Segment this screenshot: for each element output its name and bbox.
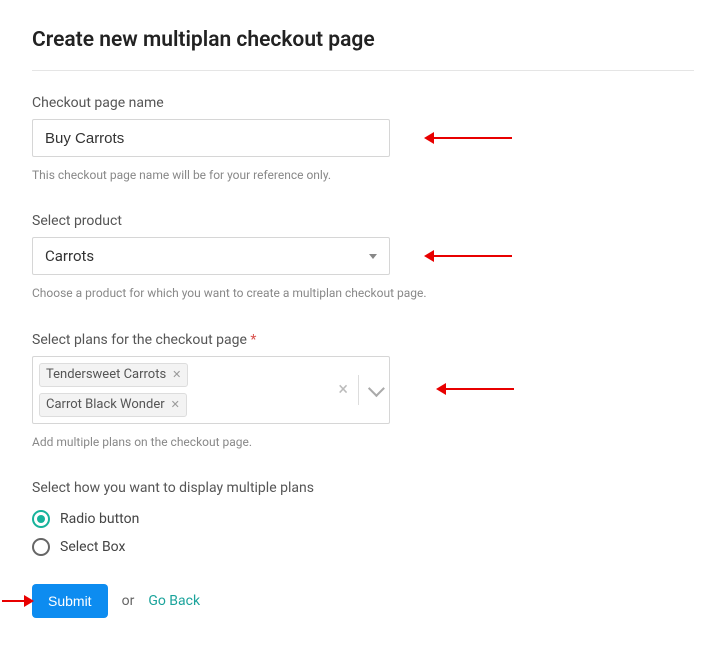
field-product: Select product Carrots Choose a product … (32, 213, 694, 303)
divider (358, 375, 359, 405)
chevron-down-icon[interactable] (368, 380, 385, 397)
radio-icon (32, 510, 50, 528)
label-display-mode: Select how you want to display multiple … (32, 480, 694, 496)
field-display-mode: Select how you want to display multiple … (32, 480, 694, 556)
multiselect-controls: × (330, 357, 389, 423)
tag-label: Tendersweet Carrots (46, 367, 166, 382)
required-mark: * (250, 332, 256, 348)
label-plans-text: Select plans for the checkout page (32, 332, 247, 348)
annotation-arrow (432, 137, 512, 139)
annotation-arrow (432, 255, 512, 257)
close-icon[interactable]: ✕ (172, 368, 181, 381)
tag-plan: Tendersweet Carrots ✕ (39, 363, 188, 387)
tags-area: Tendersweet Carrots ✕ Carrot Black Wonde… (33, 357, 330, 423)
radio-icon (32, 538, 50, 556)
label-plans: Select plans for the checkout page * (32, 332, 694, 348)
field-checkout-name: Checkout page name This checkout page na… (32, 95, 694, 185)
input-checkout-name[interactable] (32, 119, 390, 157)
tag-plan: Carrot Black Wonder ✕ (39, 393, 187, 417)
radio-option-select-box[interactable]: Select Box (32, 538, 694, 556)
chevron-down-icon (369, 254, 377, 259)
multiselect-plans[interactable]: Tendersweet Carrots ✕ Carrot Black Wonde… (32, 356, 390, 424)
annotation-arrow (444, 388, 514, 390)
label-checkout-name: Checkout page name (32, 95, 694, 111)
select-product[interactable]: Carrots (32, 237, 390, 275)
radio-group-display: Radio button Select Box (32, 510, 694, 556)
annotation-arrow (2, 600, 26, 602)
submit-button[interactable]: Submit (32, 584, 108, 618)
helper-product: Choose a product for which you want to c… (32, 283, 432, 303)
select-product-value: Carrots (45, 247, 369, 265)
clear-all-icon[interactable]: × (338, 379, 348, 400)
close-icon[interactable]: ✕ (171, 398, 180, 411)
divider (32, 70, 694, 71)
label-product: Select product (32, 213, 694, 229)
field-plans: Select plans for the checkout page * Ten… (32, 332, 694, 452)
radio-label: Select Box (60, 539, 125, 555)
page-title: Create new multiplan checkout page (32, 28, 694, 52)
or-text: or (122, 593, 135, 609)
go-back-link[interactable]: Go Back (148, 593, 200, 609)
radio-option-radio-button[interactable]: Radio button (32, 510, 694, 528)
helper-checkout-name: This checkout page name will be for your… (32, 165, 432, 185)
tag-label: Carrot Black Wonder (46, 397, 165, 412)
form-actions: Submit or Go Back (32, 584, 694, 618)
helper-plans: Add multiple plans on the checkout page. (32, 432, 432, 452)
radio-label: Radio button (60, 511, 139, 527)
